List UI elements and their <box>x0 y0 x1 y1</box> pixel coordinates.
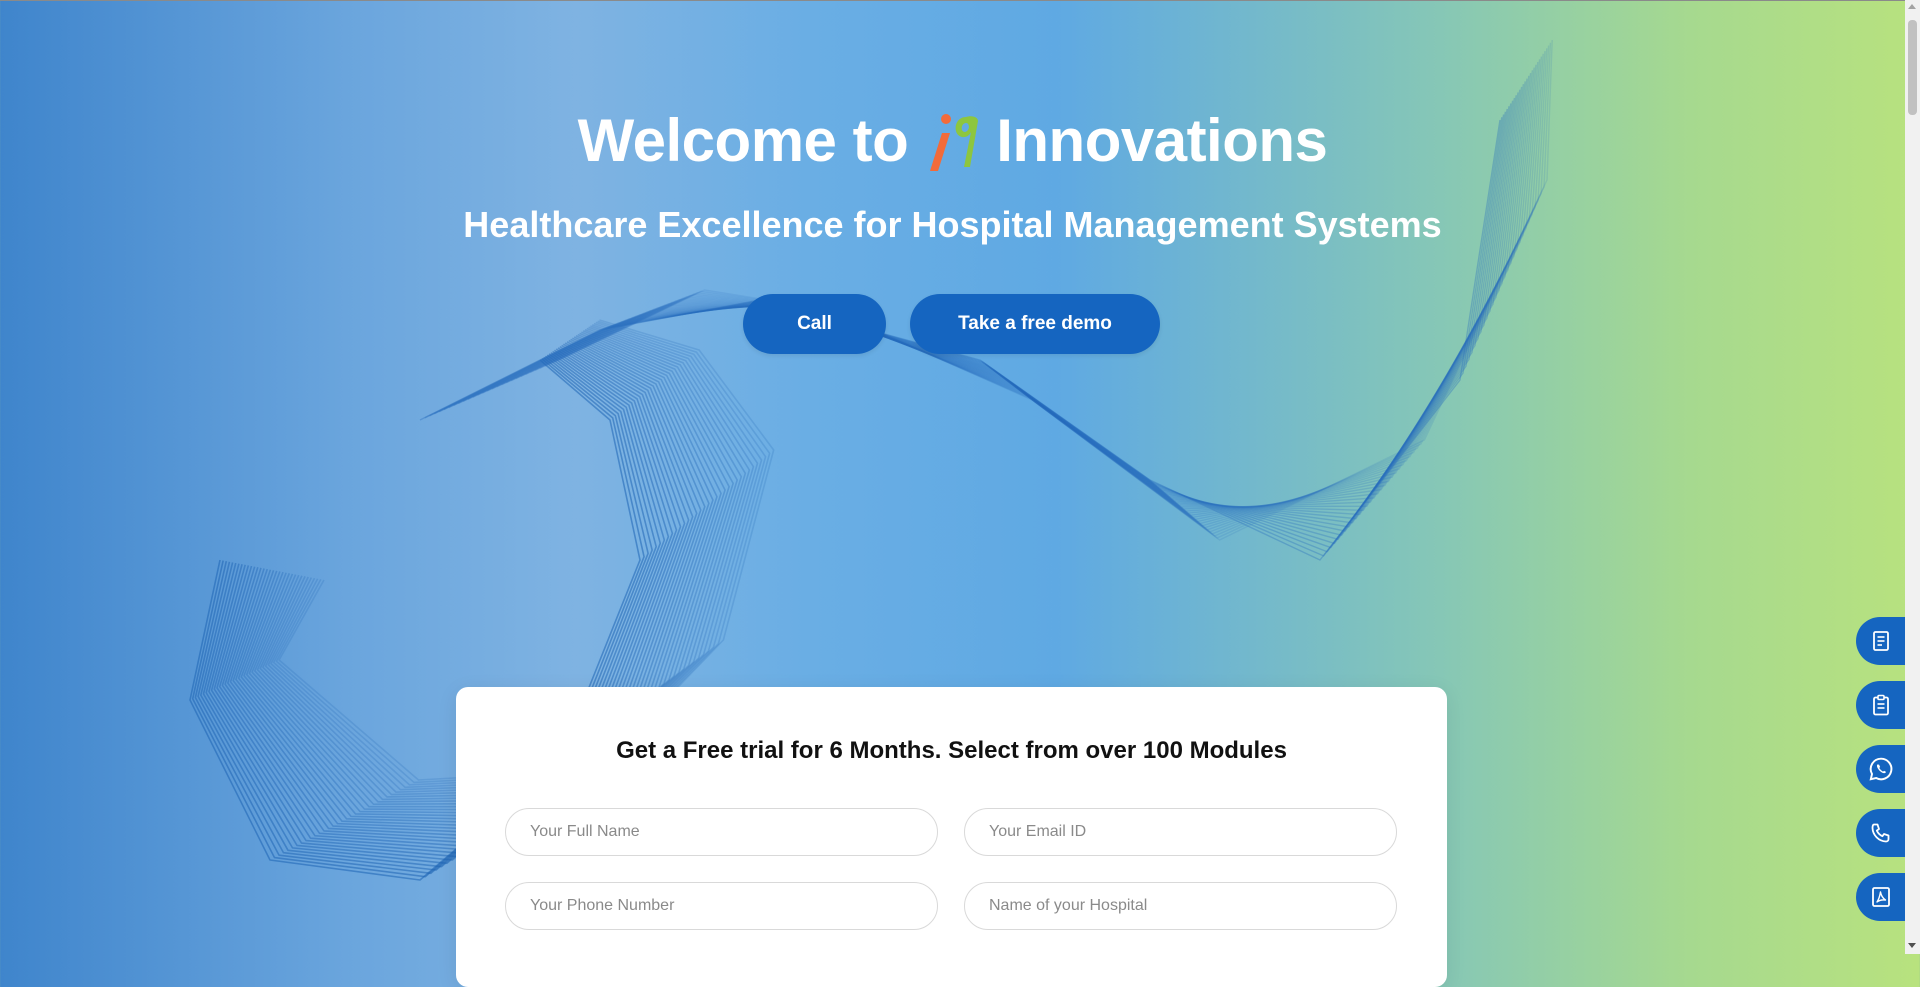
scroll-down-arrow-icon[interactable] <box>1908 943 1916 948</box>
vertical-scrollbar[interactable] <box>1905 0 1920 954</box>
clipboard-icon <box>1873 694 1889 716</box>
free-trial-form-card: Get a Free trial for 6 Months. Select fr… <box>456 687 1447 987</box>
full-name-input[interactable] <box>505 808 938 856</box>
page-title: Welcome to Innovations <box>0 105 1905 175</box>
scroll-thumb[interactable] <box>1908 20 1917 115</box>
floating-document-button[interactable] <box>1856 617 1906 665</box>
whatsapp-icon <box>1869 757 1893 781</box>
scroll-up-arrow-icon[interactable] <box>1908 4 1916 9</box>
pdf-icon <box>1872 887 1890 907</box>
phone-icon <box>1871 823 1890 843</box>
form-title: Get a Free trial for 6 Months. Select fr… <box>616 737 1287 764</box>
document-icon <box>1873 631 1889 651</box>
page-subtitle: Healthcare Excellence for Hospital Manag… <box>463 204 1442 245</box>
free-demo-button[interactable]: Take a free demo <box>910 294 1160 354</box>
call-button[interactable]: Call <box>743 294 886 354</box>
email-input[interactable] <box>964 808 1397 856</box>
title-suffix: Innovations <box>996 106 1328 174</box>
i9-logo-icon <box>922 105 982 175</box>
phone-input[interactable] <box>505 882 938 930</box>
floating-whatsapp-button[interactable] <box>1856 745 1906 793</box>
floating-phone-button[interactable] <box>1856 809 1906 857</box>
title-prefix: Welcome to <box>577 106 909 174</box>
floating-pdf-button[interactable] <box>1856 873 1906 921</box>
floating-clipboard-button[interactable] <box>1856 681 1906 729</box>
hospital-name-input[interactable] <box>964 882 1397 930</box>
